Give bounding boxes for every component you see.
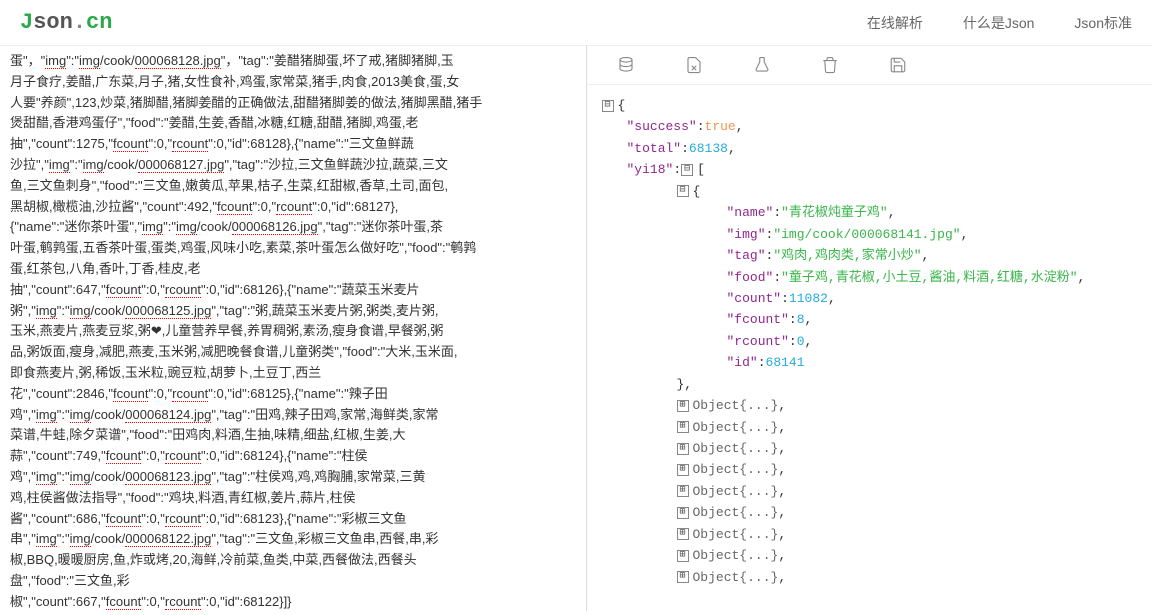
toolbar xyxy=(587,46,1152,85)
json-tree[interactable]: ⊟{ "success":true, "total":68138, "yi18"… xyxy=(587,85,1152,611)
flask-icon[interactable] xyxy=(753,56,771,74)
raw-json-pane[interactable]: 蛋"，"img":"img/cook/000068128.jpg"，"tag":… xyxy=(0,46,587,611)
nav-parse[interactable]: 在线解析 xyxy=(867,13,923,33)
tree-pane: ⊟{ "success":true, "total":68138, "yi18"… xyxy=(587,46,1152,611)
toggle-icon[interactable]: ⊞ xyxy=(677,528,689,540)
trash-icon[interactable] xyxy=(821,56,839,74)
toggle-icon[interactable]: ⊟ xyxy=(677,185,689,197)
toggle-icon[interactable]: ⊞ xyxy=(677,400,689,412)
toggle-icon[interactable]: ⊟ xyxy=(602,100,614,112)
toggle-icon[interactable]: ⊞ xyxy=(677,443,689,455)
save-icon[interactable] xyxy=(889,56,907,74)
logo[interactable]: Json.cn xyxy=(20,10,112,35)
toggle-icon[interactable]: ⊟ xyxy=(681,164,693,176)
nav: 在线解析 什么是Json Json标准 xyxy=(867,13,1132,33)
toggle-icon[interactable]: ⊞ xyxy=(677,550,689,562)
toggle-icon[interactable]: ⊞ xyxy=(677,571,689,583)
nav-std[interactable]: Json标准 xyxy=(1074,13,1132,33)
toggle-icon[interactable]: ⊞ xyxy=(677,464,689,476)
nav-what[interactable]: 什么是Json xyxy=(963,13,1035,33)
toggle-icon[interactable]: ⊞ xyxy=(677,421,689,433)
main: 蛋"，"img":"img/cook/000068128.jpg"，"tag":… xyxy=(0,46,1152,611)
toggle-icon[interactable]: ⊞ xyxy=(677,485,689,497)
toggle-icon[interactable]: ⊞ xyxy=(677,507,689,519)
database-icon[interactable] xyxy=(617,56,635,74)
file-remove-icon[interactable] xyxy=(685,56,703,74)
header: Json.cn 在线解析 什么是Json Json标准 xyxy=(0,0,1152,46)
